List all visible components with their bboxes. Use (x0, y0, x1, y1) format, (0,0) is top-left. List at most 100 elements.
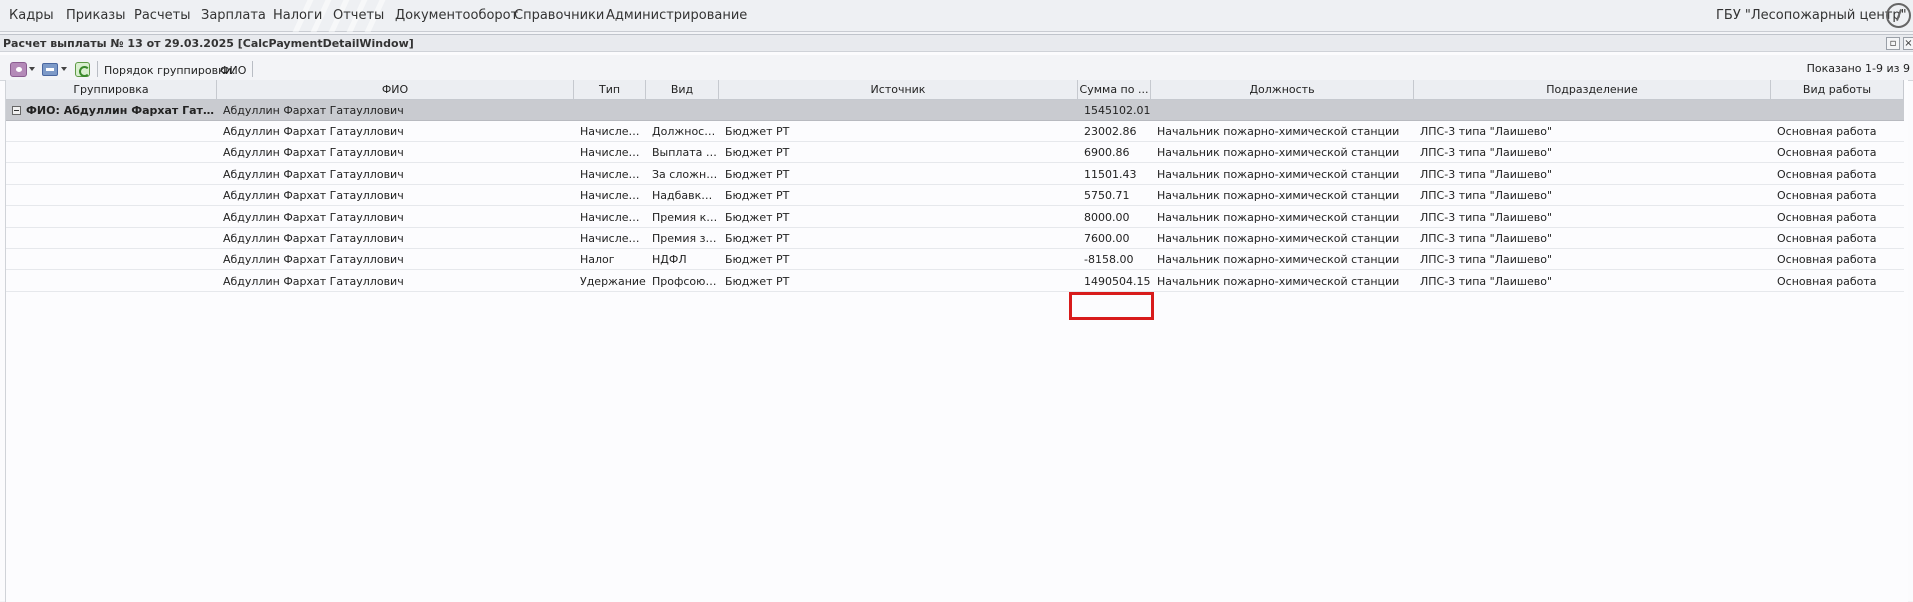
cell-fio: Абдуллин Фархат Гатауллович (223, 189, 404, 203)
window-titlebar: Расчет выплаты № 13 от 29.03.2025 [CalcP… (0, 35, 1913, 52)
cell-position: Начальник пожарно-химической станции (1157, 125, 1400, 138)
table-row[interactable]: Абдуллин Фархат Гатауллович Начисление Пре… (6, 228, 1904, 249)
table-row[interactable]: Абдуллин Фархат Гатауллович Начисление Пре… (6, 207, 1904, 228)
cell-fio: Абдуллин Фархат Гатауллович (223, 253, 404, 267)
cell-work-type: Основная работа (1777, 210, 1877, 224)
cell-kind: Выплата з... (652, 146, 719, 160)
cell-department: ЛПС-3 типа "Лаишево" (1420, 232, 1552, 245)
top-menu: Кадры Приказы Расчеты Зарплата Налоги От… (0, 0, 1913, 32)
table-row[interactable]: Абдуллин Фархат Гатауллович Начисление Дол… (6, 121, 1904, 142)
column-header-type[interactable]: Тип (574, 80, 646, 100)
table-row[interactable]: Абдуллин Фархат Гатауллович Начисление Над… (6, 185, 1904, 207)
column-header-grouping[interactable]: Группировка (6, 80, 217, 100)
cell-source: Бюджет РТ (725, 146, 790, 160)
cell-department: ЛПС-3 типа "Лаишево" (1420, 253, 1552, 267)
cell-fio: Абдуллин Фархат Гатауллович (223, 210, 404, 224)
print-menu-button[interactable] (42, 63, 58, 76)
column-header-work-type[interactable]: Вид работы (1771, 80, 1904, 100)
cell-sum: -8158.00 (1084, 253, 1134, 267)
cell-type: Налог (580, 253, 615, 267)
cell-source: Бюджет РТ (725, 210, 790, 224)
cell-sum: 1490504.15 (1084, 274, 1151, 288)
cell-type: Начисление (580, 189, 646, 203)
cell-department: ЛПС-3 типа "Лаишево" (1420, 167, 1552, 181)
cell-source: Бюджет РТ (725, 274, 790, 288)
close-icon[interactable]: × (1903, 37, 1913, 50)
column-header-position[interactable]: Должность (1151, 80, 1414, 100)
cell-sum: 8000.00 (1084, 210, 1130, 224)
cell-type: Начисление (580, 146, 646, 160)
menu-item-dokumentooborot[interactable]: Документооборот (395, 8, 518, 23)
calc-payment-window: Расчет выплаты № 13 от 29.03.2025 [CalcP… (0, 34, 1913, 602)
menu-item-spravochniki[interactable]: Справочники (514, 8, 604, 23)
cell-type: Начисление (580, 125, 646, 138)
grid-toolbar: Порядок группировки: ФИО Показано 1-9 из… (0, 55, 1913, 81)
group-row[interactable]: ФИО: Абдуллин Фархат Гатау... Абдуллин Ф… (6, 100, 1904, 121)
menu-item-administrirovanie[interactable]: Администрирование (606, 8, 747, 23)
menu-item-prikazy[interactable]: Приказы (66, 8, 125, 23)
cell-position: Начальник пожарно-химической станции (1157, 189, 1400, 203)
column-header-source[interactable]: Источник (719, 80, 1078, 100)
cell-sum: 23002.86 (1084, 125, 1137, 138)
cell-source: Бюджет РТ (725, 232, 790, 245)
payment-details-grid: Группировка ФИО Тип Вид Источник Сумма п… (5, 80, 1908, 602)
cell-type: Удержание (580, 274, 646, 288)
cell-fio: Абдуллин Фархат Гатауллович (223, 167, 404, 181)
group-sum: 1545102.01 (1084, 104, 1151, 117)
cell-source: Бюджет РТ (725, 253, 790, 267)
cell-sum: 7600.00 (1084, 232, 1130, 245)
cell-position: Начальник пожарно-химической станции (1157, 210, 1400, 224)
organization-name: ГБУ "Лесопожарный центр" (1716, 8, 1907, 23)
table-row[interactable]: Абдуллин Фархат Гатауллович Начисление За … (6, 164, 1904, 185)
restore-window-icon[interactable]: ▫ (1886, 37, 1900, 50)
cell-source: Бюджет РТ (725, 125, 790, 138)
highlight-box (1069, 292, 1154, 320)
cell-sum: 6900.86 (1084, 146, 1130, 160)
cell-work-type: Основная работа (1777, 253, 1877, 267)
menu-item-zarplata[interactable]: Зарплата (201, 8, 266, 23)
cell-work-type: Основная работа (1777, 125, 1877, 138)
cell-kind: Премия к ... (652, 210, 719, 224)
menu-item-otchety[interactable]: Отчеты (333, 8, 384, 23)
cell-department: ЛПС-3 типа "Лаишево" (1420, 125, 1552, 138)
column-header-sum[interactable]: Сумма по ... (1078, 80, 1151, 100)
cell-work-type: Основная работа (1777, 146, 1877, 160)
chevron-down-icon[interactable] (61, 67, 67, 71)
cell-type: Начисление (580, 167, 646, 181)
cell-position: Начальник пожарно-химической станции (1157, 253, 1400, 267)
table-row[interactable]: Абдуллин Фархат Гатауллович Налог НДФЛ Бюдж… (6, 249, 1904, 271)
cell-work-type: Основная работа (1777, 274, 1877, 288)
menu-item-nalogi[interactable]: Налоги (273, 8, 322, 23)
menu-item-kadry[interactable]: Кадры (9, 8, 54, 23)
group-fio: Абдуллин Фархат Гатауллович (223, 104, 404, 117)
cell-kind: Надбавка ... (652, 189, 719, 203)
column-header-kind[interactable]: Вид (646, 80, 719, 100)
cell-work-type: Основная работа (1777, 189, 1877, 203)
toolbar-separator (252, 61, 253, 77)
table-row[interactable]: Абдуллин Фархат Гатауллович Начисление Вып… (6, 142, 1904, 164)
info-icon[interactable] (1886, 3, 1911, 28)
cell-department: ЛПС-3 типа "Лаишево" (1420, 146, 1552, 160)
cell-kind: НДФЛ (652, 253, 687, 267)
window-title: Расчет выплаты № 13 от 29.03.2025 [CalcP… (3, 37, 414, 50)
grouping-order-label: Порядок группировки: (104, 64, 236, 77)
chevron-down-icon[interactable] (29, 67, 35, 71)
cell-position: Начальник пожарно-химической станции (1157, 167, 1400, 181)
cell-position: Начальник пожарно-химической станции (1157, 274, 1400, 288)
group-label: ФИО: Абдуллин Фархат Гатау... (26, 104, 217, 117)
grouping-order-value[interactable]: ФИО (220, 64, 246, 77)
actions-menu-button[interactable] (10, 62, 27, 77)
column-header-department[interactable]: Подразделение (1414, 80, 1771, 100)
cell-sum: 11501.43 (1084, 167, 1137, 181)
menu-item-raschety[interactable]: Расчеты (134, 8, 190, 23)
cell-kind: Премия за... (652, 232, 719, 245)
cell-fio: Абдуллин Фархат Гатауллович (223, 125, 404, 138)
cell-position: Начальник пожарно-химической станции (1157, 232, 1400, 245)
table-row[interactable]: Абдуллин Фархат Гатауллович Удержание Проф… (6, 271, 1904, 292)
toolbar-separator (97, 61, 98, 77)
cell-work-type: Основная работа (1777, 232, 1877, 245)
refresh-button[interactable] (75, 62, 90, 77)
cell-department: ЛПС-3 типа "Лаишево" (1420, 274, 1552, 288)
column-header-fio[interactable]: ФИО (217, 80, 574, 100)
cell-department: ЛПС-3 типа "Лаишево" (1420, 189, 1552, 203)
